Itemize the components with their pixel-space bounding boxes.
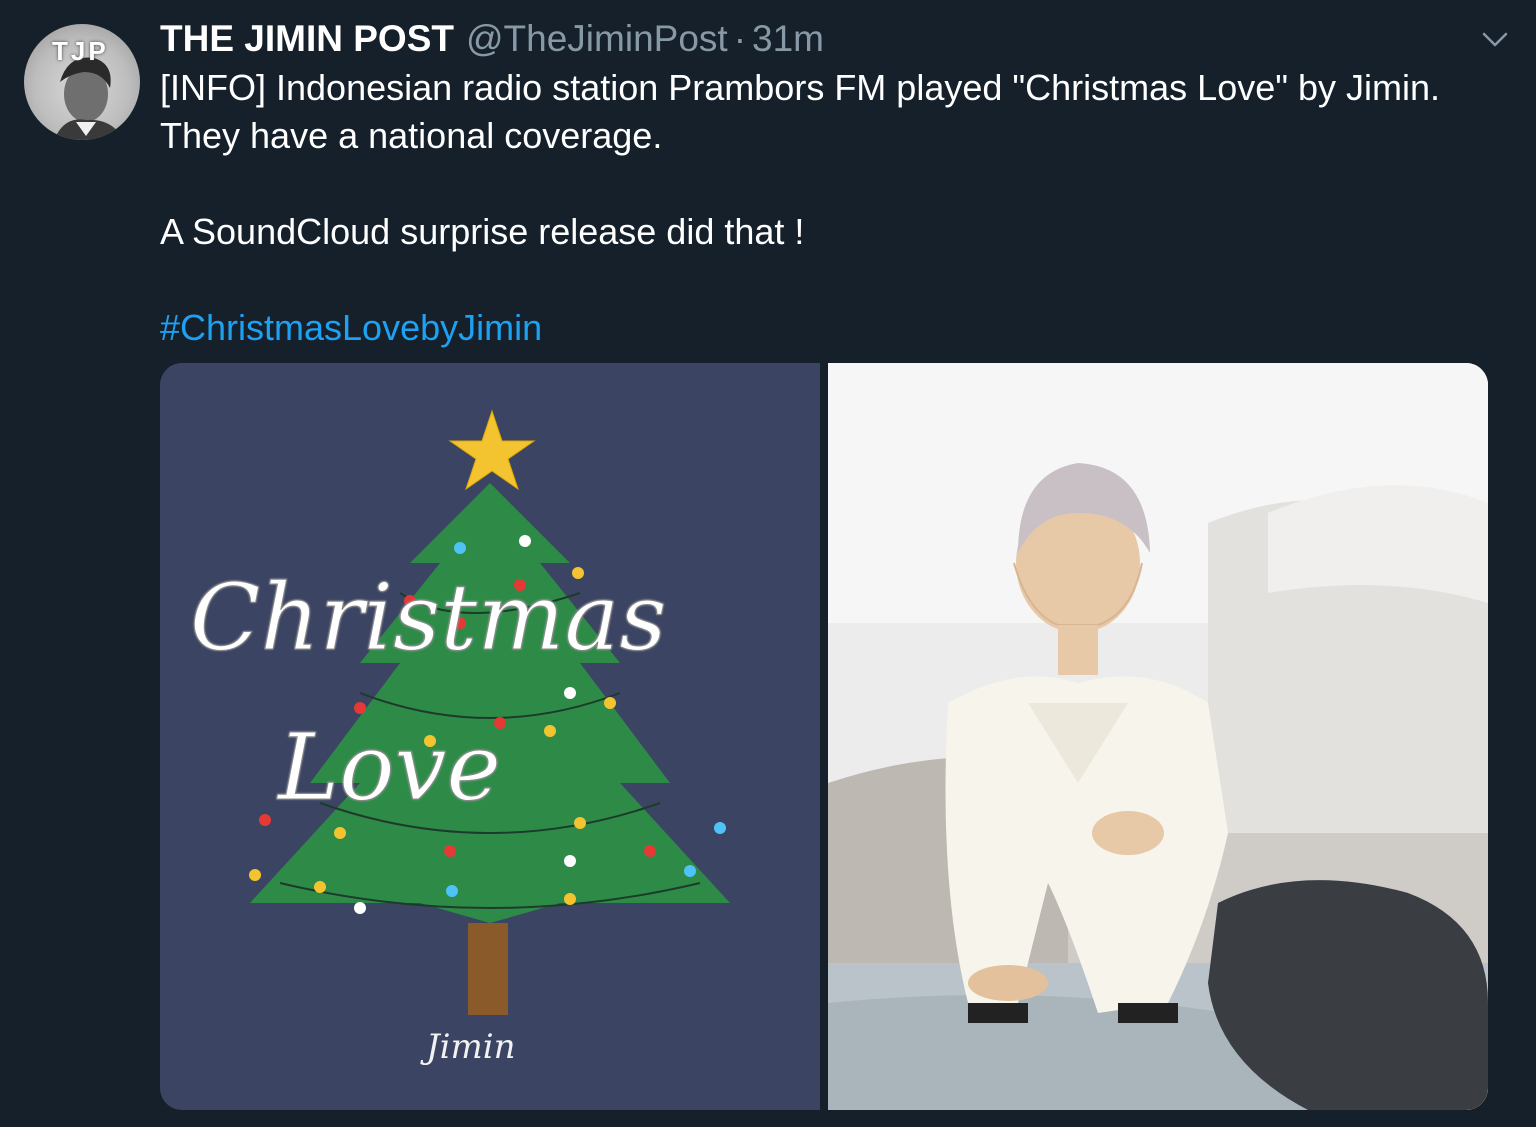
display-name[interactable]: THE JIMIN POST <box>160 18 454 60</box>
timestamp[interactable]: 31m <box>752 18 824 60</box>
chevron-down-icon[interactable] <box>1478 26 1512 52</box>
tweet[interactable]: TJP THE JIMIN POST @TheJiminPost · 31m [… <box>0 0 1536 1127</box>
profile-avatar[interactable]: TJP <box>24 24 140 140</box>
header-separator: · <box>733 18 747 59</box>
artist-photo-illustration <box>828 363 1488 1110</box>
album-title: Christmas Love <box>190 543 668 843</box>
artist-signature: Jimin <box>426 1027 516 1067</box>
tweet-text: [INFO] Indonesian radio station Prambors… <box>160 64 1500 352</box>
tweet-text-info: [INFO] Indonesian radio station Prambors… <box>160 67 1441 156</box>
album-title-line2: Love <box>278 714 502 822</box>
artist-photo-image[interactable] <box>828 363 1488 1110</box>
user-handle[interactable]: @TheJiminPost <box>466 18 728 60</box>
hashtag-link[interactable]: #ChristmasLovebyJimin <box>160 307 542 348</box>
album-title-line1: Christmas <box>190 564 668 672</box>
tweet-text-surprise: A SoundCloud surprise release did that ! <box>160 211 805 252</box>
album-cover-image[interactable]: Christmas Love Jimin <box>160 363 820 1110</box>
media-grid: Christmas Love Jimin <box>160 363 1488 1110</box>
avatar-logo-text: TJP <box>52 36 109 66</box>
tweet-header: THE JIMIN POST @TheJiminPost · 31m <box>160 14 824 64</box>
